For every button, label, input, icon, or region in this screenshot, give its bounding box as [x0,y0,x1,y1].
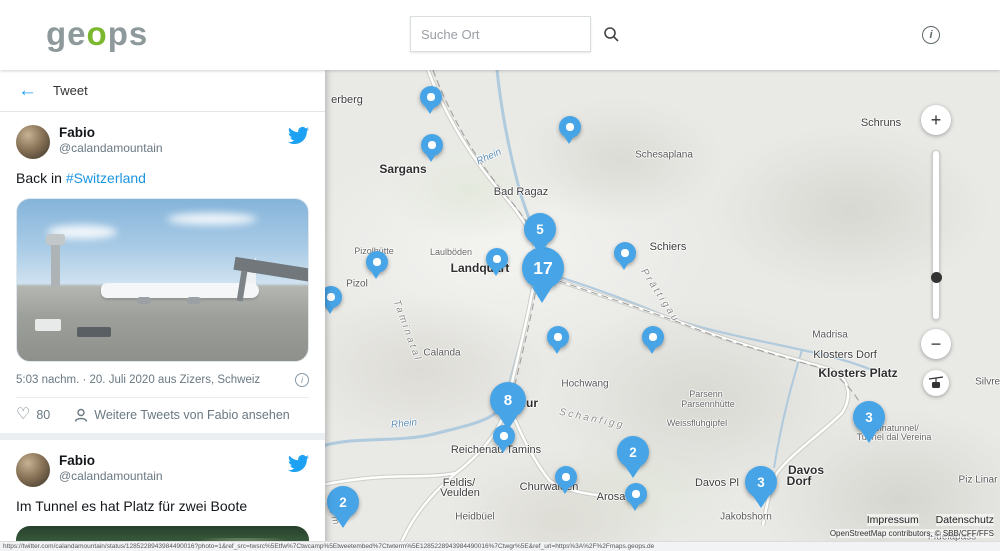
like-count: 80 [36,408,50,422]
pin-dot [327,293,334,300]
map-cluster-marker[interactable]: 3 [853,401,885,433]
photo-control-tower [51,243,60,287]
pin-dot [649,333,656,340]
zoom-out-button[interactable]: − [921,329,951,359]
photo-ground-vehicle [35,319,61,331]
map-pin[interactable] [625,483,647,505]
pin-dot [562,473,569,480]
pin-dot [428,141,435,148]
cable-car-layer-button[interactable] [923,370,949,396]
photo-airplane [101,283,259,298]
photo-airplane-engine [187,297,201,304]
app-header: geops i [0,0,1000,70]
map-pin[interactable] [420,86,442,108]
pin-dot [493,255,500,262]
pin-dot [621,249,628,256]
tweet-photo-airport[interactable] [16,198,309,362]
tweet-author[interactable]: Fabio [59,125,288,140]
tweet-author[interactable]: Fabio [59,453,288,468]
sidebar-header: ← Tweet [0,70,325,112]
map-pin[interactable] [614,242,636,264]
hashtag-link[interactable]: #Switzerland [66,170,146,186]
photo-ground-vehicle [77,327,111,337]
back-button[interactable]: ← [18,81,37,100]
tweet-handle[interactable]: @calandamountain [59,469,288,483]
person-icon [74,408,88,422]
map-attribution: Impressum Datenschutz OpenStreetMap cont… [830,514,994,538]
zoom-slider-handle[interactable] [931,272,942,283]
map-cluster-marker[interactable]: 3 [745,466,777,498]
twitter-icon[interactable] [288,125,309,146]
pin-dot [427,93,434,100]
like-icon[interactable]: ♡ [16,407,30,423]
pin-dot [554,333,561,340]
more-tweets-link[interactable]: Weitere Tweets von Fabio ansehen [74,408,290,422]
search-icon[interactable] [603,26,619,42]
sidebar: ← Tweet Fabio @calandamountain Back in #… [0,70,325,551]
tweet-card: Fabio @calandamountain Back in #Switzerl… [0,112,325,433]
tweet-text: Back in #Switzerland [16,169,309,188]
pin-dot [500,432,507,439]
map-pin[interactable] [559,116,581,138]
map-pin[interactable] [555,466,577,488]
pin-dot [566,123,573,130]
photo-cloud [167,213,257,225]
pin-dot [632,490,639,497]
tweet-card: Fabio @calandamountain Im Tunnel es hat … [0,440,325,551]
avatar[interactable] [16,125,50,159]
map-cluster-marker[interactable]: 2 [327,486,359,518]
info-icon[interactable]: i [295,373,309,387]
tweet-text: Im Tunnel es hat Platz für zwei Boote [16,497,309,516]
photo-airplane-engine [137,297,151,304]
info-button[interactable]: i [922,26,940,44]
map-pin[interactable] [547,326,569,348]
photo-jet-bridge [233,257,309,282]
map-pin[interactable] [486,248,508,270]
map-cluster-marker[interactable]: 8 [490,382,526,418]
cable-car-icon [928,375,944,391]
zoom-slider-track[interactable] [932,150,940,320]
map-pin[interactable] [642,326,664,348]
zoom-in-button[interactable]: + [921,105,951,135]
sidebar-title: Tweet [53,83,88,98]
geops-logo[interactable]: geops [46,15,148,53]
search-input[interactable] [421,27,597,42]
tweet-timestamp: 5:03 nachm. · 20. Juli 2020 aus Zizers, … [16,374,260,386]
datenschutz-link[interactable]: Datenschutz [936,514,994,526]
map-pin[interactable] [366,251,388,273]
impressum-link[interactable]: Impressum [867,514,919,526]
map-cluster-marker[interactable]: 2 [617,436,649,468]
avatar[interactable] [16,453,50,487]
map-cluster-marker[interactable]: 5 [524,213,556,245]
twitter-icon[interactable] [288,453,309,474]
map-pin[interactable] [421,134,443,156]
search-box [410,16,591,52]
pin-dot [373,258,380,265]
tweet-handle[interactable]: @calandamountain [59,141,288,155]
browser-status-bar: https://twitter.com/calandamountain/stat… [0,541,1000,551]
osm-attribution: OpenStreetMap contributors, © SBB/CFF/FF… [830,529,994,538]
